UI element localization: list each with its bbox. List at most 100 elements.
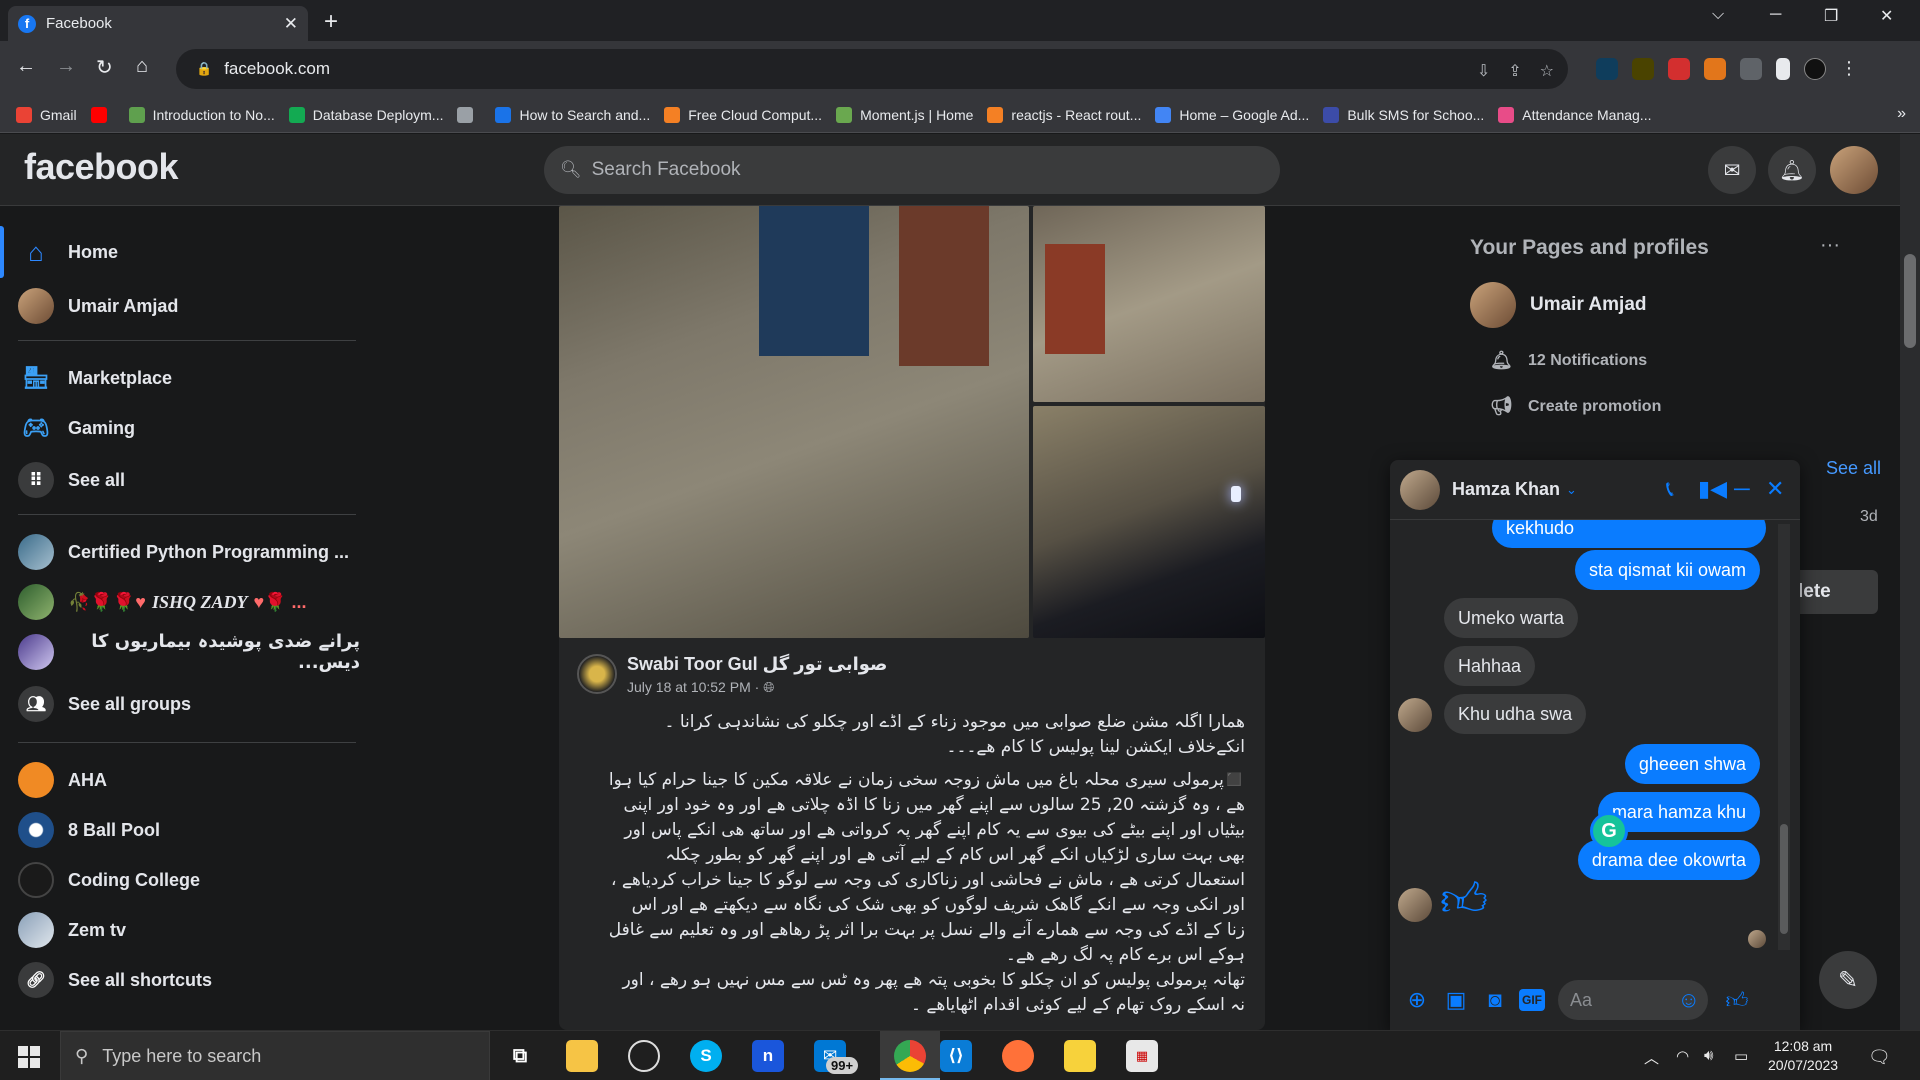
wifi-icon[interactable]: ◠ <box>1676 1047 1689 1065</box>
grammarly-icon[interactable]: G <box>1590 812 1628 850</box>
bookmark-item[interactable]: Database Deploym... <box>288 106 443 123</box>
nav-group-urdu[interactable]: پرانے ضدی پوشیدہ بیماریوں کا دیس... <box>18 630 360 674</box>
back-icon[interactable]: ← <box>16 55 36 78</box>
windows-start-icon[interactable] <box>18 1046 40 1068</box>
react-devtools-icon[interactable] <box>1596 58 1618 80</box>
chat-scroll-thumb[interactable] <box>1780 824 1788 934</box>
side-panel-icon[interactable] <box>1776 58 1790 80</box>
minimize-chat-icon[interactable]: ─ <box>1734 476 1750 502</box>
account-avatar[interactable] <box>1830 146 1878 194</box>
post-author-avatar[interactable] <box>577 654 617 694</box>
sticker-icon[interactable]: ◙ <box>1480 985 1510 1015</box>
phone-icon[interactable]: 📞︎ <box>1666 476 1674 502</box>
bookmark-item[interactable]: Gmail <box>16 106 77 123</box>
address-bar[interactable]: 🔒 facebook.com ⇩ ⇪ ☆ <box>176 49 1568 89</box>
extensions-puzzle-icon[interactable] <box>1740 58 1762 80</box>
close-tab-icon[interactable]: ✕ <box>284 14 298 34</box>
post-author-name[interactable]: Swabi Toor Gul صوابی تور گل <box>627 654 887 675</box>
post-timestamp[interactable]: July 18 at 10:52 PM · 🌐︎ <box>627 679 887 696</box>
facebook-search[interactable]: 🔍︎ <box>544 146 1280 194</box>
bookmark-item[interactable]: Free Cloud Comput... <box>664 106 822 123</box>
nav-gaming[interactable]: 🎮︎ Gaming <box>18 406 135 450</box>
n-app-icon[interactable]: n <box>752 1040 784 1072</box>
reload-icon[interactable]: ↻ <box>96 55 113 80</box>
chat-contact-avatar[interactable] <box>1400 469 1440 510</box>
new-message-button[interactable]: ✎ <box>1819 951 1877 1009</box>
chat-header[interactable]: Hamza Khan ⌄ 📞︎ ▮◀ ─ ✕ <box>1390 460 1800 520</box>
nav-group-python[interactable]: Certified Python Programming ... <box>18 530 349 574</box>
send-like-icon[interactable]: 👍︎ <box>1722 985 1752 1015</box>
profile-avatar-icon[interactable] <box>1804 58 1826 80</box>
nav-see-all[interactable]: ⠿ See all <box>18 458 125 502</box>
bookmark-item[interactable]: Moment.js | Home <box>836 106 973 123</box>
facebook-logo[interactable]: facebook <box>24 146 179 188</box>
bookmark-item[interactable]: Introduction to No... <box>128 106 275 123</box>
notification-center-icon[interactable]: 🗨︎ <box>1868 1047 1891 1068</box>
nav-shortcut-aha[interactable]: AHA <box>18 758 107 802</box>
nav-see-all-shortcuts[interactable]: 🔗︎ See all shortcuts <box>18 958 212 1002</box>
bookmark-item[interactable]: How to Search and... <box>495 106 650 123</box>
chrome-menu-icon[interactable]: ⋮ <box>1840 58 1858 80</box>
search-input[interactable] <box>591 159 1192 181</box>
task-view-icon[interactable]: ⧉ <box>504 1040 536 1072</box>
delete-button[interactable]: lete <box>1794 570 1878 614</box>
nav-group-ishq-zady[interactable]: 🥀🌹🌹♥ ISHQ ZADY ♥🌹 ... <box>18 580 307 624</box>
post-photo-bottom-right[interactable] <box>1033 406 1265 638</box>
nav-shortcut-zemtv[interactable]: Zem tv <box>18 908 126 952</box>
taskbar-search[interactable]: ⚲ Type here to search <box>60 1031 490 1080</box>
chat-scrollbar[interactable] <box>1778 524 1790 950</box>
plus-circle-icon[interactable]: ⊕ <box>1402 985 1432 1015</box>
bookmark-star-icon[interactable]: ☆ <box>1540 61 1554 81</box>
tray-chevron-icon[interactable]: ︿ <box>1644 1047 1659 1068</box>
nav-shortcut-coding-college[interactable]: Coding College <box>18 858 200 902</box>
forward-icon[interactable]: → <box>56 55 76 78</box>
close-window-icon[interactable]: ✕ <box>1880 6 1893 26</box>
page-notifications[interactable]: 🔔︎ 12 Notifications <box>1490 350 1647 371</box>
messenger-button[interactable]: ✉ <box>1708 146 1756 194</box>
chat-contact-name[interactable]: Hamza Khan <box>1452 479 1560 500</box>
page-scrollbar[interactable] <box>1900 134 1920 1030</box>
volume-icon[interactable]: 🔊︎ <box>1704 1047 1713 1064</box>
create-promotion[interactable]: 📢︎ Create promotion <box>1490 396 1661 417</box>
minimize-window-icon[interactable]: ─ <box>1770 6 1781 24</box>
bookmark-item[interactable]: Home – Google Ad... <box>1155 106 1309 123</box>
notifications-button[interactable]: 🔔︎ <box>1768 146 1816 194</box>
adblock-icon[interactable] <box>1668 58 1690 80</box>
obs-icon[interactable] <box>628 1040 660 1072</box>
message-input[interactable]: Aa ☺ <box>1558 980 1708 1020</box>
close-chat-icon[interactable]: ✕ <box>1766 476 1784 502</box>
video-call-icon[interactable]: ▮◀ <box>1698 476 1727 502</box>
chevron-down-icon[interactable]: ⌄ <box>1566 482 1577 498</box>
emoji-icon[interactable]: ☺ <box>1678 987 1700 1013</box>
sticky-notes-icon[interactable] <box>1064 1040 1096 1072</box>
restore-window-icon[interactable]: ❐ <box>1824 6 1838 26</box>
install-app-icon[interactable]: ⇩ <box>1477 61 1490 81</box>
bookmark-item[interactable]: Attendance Manag... <box>1498 106 1651 123</box>
bookmark-item[interactable] <box>90 106 115 123</box>
new-tab-icon[interactable]: + <box>324 8 338 36</box>
metamask-icon[interactable] <box>1704 58 1726 80</box>
post-photo-main[interactable] <box>559 206 1029 638</box>
nav-see-all-groups[interactable]: 👥︎ See all groups <box>18 682 191 726</box>
tab-facebook[interactable]: f Facebook ✕ <box>8 6 308 41</box>
file-explorer-icon[interactable] <box>566 1040 598 1072</box>
bookmark-item[interactable]: Bulk SMS for Schoo... <box>1323 106 1484 123</box>
share-icon[interactable]: ⇪ <box>1508 61 1521 81</box>
bookmark-item[interactable]: reactjs - React rout... <box>987 106 1141 123</box>
nav-profile[interactable]: Umair Amjad <box>18 284 178 328</box>
firefox-icon[interactable] <box>1002 1040 1034 1072</box>
taskbar-clock[interactable]: 12:08 am 20/07/2023 <box>1768 1037 1838 1075</box>
nav-marketplace[interactable]: 🏪︎ Marketplace <box>18 356 172 400</box>
battery-icon[interactable]: ▭ <box>1734 1047 1748 1065</box>
skype-icon[interactable]: S <box>690 1040 722 1072</box>
gif-icon[interactable]: GIF <box>1519 989 1545 1011</box>
nav-home[interactable]: ⌂ Home <box>18 230 118 274</box>
bookmarks-overflow[interactable]: » <box>1897 105 1906 123</box>
vscode-icon[interactable]: ⟨⟩ <box>940 1040 972 1072</box>
bookmark-item[interactable] <box>457 106 481 123</box>
post-photo-top-right[interactable] <box>1033 206 1265 402</box>
nav-shortcut-8ball[interactable]: 8 Ball Pool <box>18 808 160 852</box>
page-profile[interactable]: Umair Amjad <box>1470 282 1647 328</box>
home-browser-icon[interactable]: ⌂ <box>136 55 148 78</box>
see-all-link[interactable]: See all <box>1826 458 1881 479</box>
